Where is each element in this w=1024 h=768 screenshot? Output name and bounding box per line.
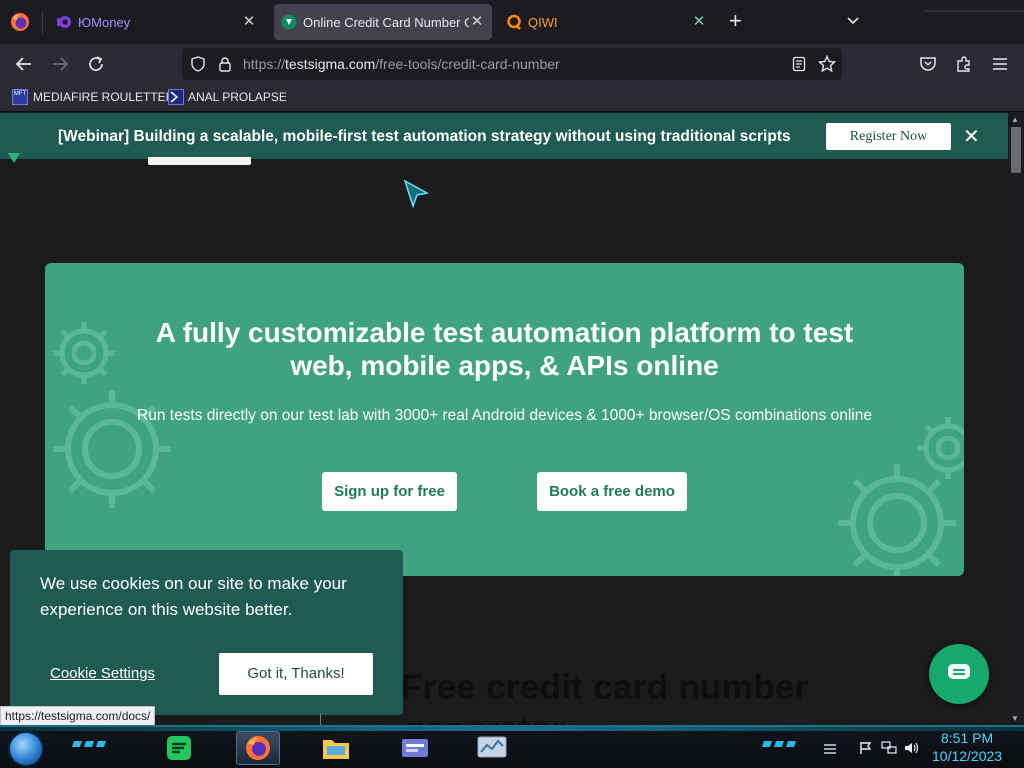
url-scheme: https://: [243, 56, 286, 72]
cookie-consent-banner: We use cookies on our site to make your …: [10, 550, 403, 715]
scroll-thumb[interactable]: [1011, 127, 1021, 173]
bookmark-star-icon[interactable]: [818, 55, 836, 73]
hero-subtitle: Run tests directly on our test lab with …: [137, 407, 872, 424]
navigation-toolbar: https://testsigma.com/free-tools/credit-…: [0, 44, 1024, 84]
reader-view-icon[interactable]: [791, 56, 807, 72]
url-path: /free-tools/credit-card-number: [375, 56, 560, 72]
cookie-settings-link[interactable]: Cookie Settings: [50, 665, 155, 682]
close-tab-icon[interactable]: ✕: [690, 12, 708, 30]
scroll-down-icon[interactable]: ▼: [1011, 714, 1019, 723]
chat-bubble-icon: [948, 664, 970, 679]
window-controls: [924, 0, 1024, 12]
taskbar-decoration-icon: [762, 741, 796, 747]
close-tab-icon[interactable]: ✕: [240, 12, 258, 30]
network-icon[interactable]: [881, 741, 897, 755]
bookmark-mediafire-rouletter[interactable]: MFT MEDIAFIRE ROULETTER: [12, 89, 174, 105]
taskbar-firefox-app[interactable]: [236, 731, 280, 765]
tab-label: QIWI: [528, 14, 558, 30]
media-player-icon: [402, 739, 428, 757]
accept-cookies-button[interactable]: Got it, Thanks!: [219, 653, 373, 695]
divider: [320, 713, 321, 725]
chat-widget-button[interactable]: [929, 644, 989, 704]
list-all-tabs-icon[interactable]: [843, 11, 863, 31]
url-host: testsigma.com: [285, 56, 376, 72]
page-scrollbar[interactable]: ▲ ▼: [1008, 113, 1024, 725]
taskbar-decoration-icon: [72, 741, 106, 747]
tab-separator: [42, 10, 43, 34]
mft-icon: MFT: [12, 89, 28, 105]
webinar-text[interactable]: [Webinar] Building a scalable, mobile-fi…: [58, 128, 791, 146]
taskbar: 8:51 PM 10/12/2023: [0, 725, 1024, 768]
bookmarks-toolbar: MFT MEDIAFIRE ROULETTER ANAL PROLAPSE: [0, 84, 1024, 112]
bookmark-label: MEDIAFIRE ROULETTER: [33, 90, 175, 104]
yumoney-icon: [57, 16, 71, 28]
forward-arrow-icon: [53, 57, 69, 71]
forward-button[interactable]: [48, 52, 72, 76]
cookie-message: We use cookies on our site to make your …: [40, 574, 347, 619]
tab-credit-card[interactable]: Online Credit Card Number Gen ✕: [274, 4, 492, 40]
menu-icon[interactable]: [991, 56, 1009, 72]
tab-strip: ЮMoney ✕ Online Credit Card Number Gen ✕…: [0, 0, 1024, 44]
clock-date[interactable]: 10/12/2023: [932, 748, 1002, 764]
qiwi-icon: [507, 14, 521, 30]
pocket-icon[interactable]: [919, 55, 937, 73]
testsigma-favicon-icon: [281, 14, 297, 30]
link-status-bar: https://testsigma.com/docs/: [0, 706, 156, 725]
webinar-banner: [Webinar] Building a scalable, mobile-fi…: [0, 113, 1008, 165]
action-center-flag-icon[interactable]: [858, 741, 874, 755]
hero-banner: A fully customizable test automation pla…: [45, 263, 964, 576]
resource-monitor-icon: [477, 736, 507, 758]
extensions-icon[interactable]: [955, 55, 973, 73]
web-page: [Webinar] Building a scalable, mobile-fi…: [0, 113, 1008, 725]
new-tab-button[interactable]: +: [729, 10, 742, 32]
taskbar-media-app[interactable]: [393, 731, 437, 765]
sign-up-button[interactable]: Sign up for free: [322, 472, 457, 511]
volume-icon[interactable]: [904, 741, 920, 755]
header-button-peek[interactable]: [148, 157, 251, 165]
tab-label: Online Credit Card Number Gen: [303, 14, 469, 30]
close-tab-icon[interactable]: ✕: [468, 12, 486, 30]
clock-time[interactable]: 8:51 PM: [941, 730, 993, 746]
back-arrow-icon: [15, 57, 31, 71]
screen: ЮMoney ✕ Online Credit Card Number Gen ✕…: [0, 0, 1024, 768]
firefox-app-icon: [246, 736, 270, 760]
reload-icon: [89, 56, 103, 71]
start-button[interactable]: [8, 731, 44, 767]
book-demo-button[interactable]: Book a free demo: [537, 472, 687, 511]
scroll-up-icon[interactable]: ▲: [1011, 115, 1019, 124]
shield-icon[interactable]: [190, 56, 206, 72]
firefox-icon[interactable]: [10, 12, 30, 32]
taskbar-explorer-app[interactable]: [314, 731, 358, 765]
url-bar[interactable]: https://testsigma.com/free-tools/credit-…: [182, 48, 842, 80]
tab-yumoney[interactable]: ЮMoney ✕: [48, 4, 268, 40]
reload-button[interactable]: [84, 52, 108, 76]
sigma-icon: [168, 89, 184, 105]
lock-icon[interactable]: [218, 56, 232, 72]
show-hidden-icons-icon[interactable]: [822, 741, 838, 755]
folder-icon: [323, 740, 349, 759]
register-now-button[interactable]: Register Now: [826, 123, 951, 150]
bookmark-anal-prolapse[interactable]: ANAL PROLAPSE: [168, 89, 287, 105]
mouse-cursor-icon: [403, 179, 430, 209]
hero-title: A fully customizable test automation pla…: [155, 317, 854, 381]
close-banner-icon[interactable]: ✕: [963, 127, 980, 147]
section-title-continued: generator: [404, 710, 565, 725]
taskbar-notes-app[interactable]: [157, 731, 201, 765]
section-title: Free credit card number: [401, 668, 809, 707]
url-text[interactable]: https://testsigma.com/free-tools/credit-…: [243, 56, 560, 72]
taskbar-monitor-app[interactable]: [470, 731, 514, 765]
bookmark-label: ANAL PROLAPSE: [188, 90, 287, 104]
site-logo-icon[interactable]: [6, 151, 22, 165]
notes-app-icon: [167, 736, 191, 760]
tab-qiwi[interactable]: QIWI ✕: [498, 4, 718, 40]
gear-decoration-icon: [917, 417, 964, 479]
back-button[interactable]: [12, 52, 36, 76]
tab-label: ЮMoney: [78, 14, 131, 30]
